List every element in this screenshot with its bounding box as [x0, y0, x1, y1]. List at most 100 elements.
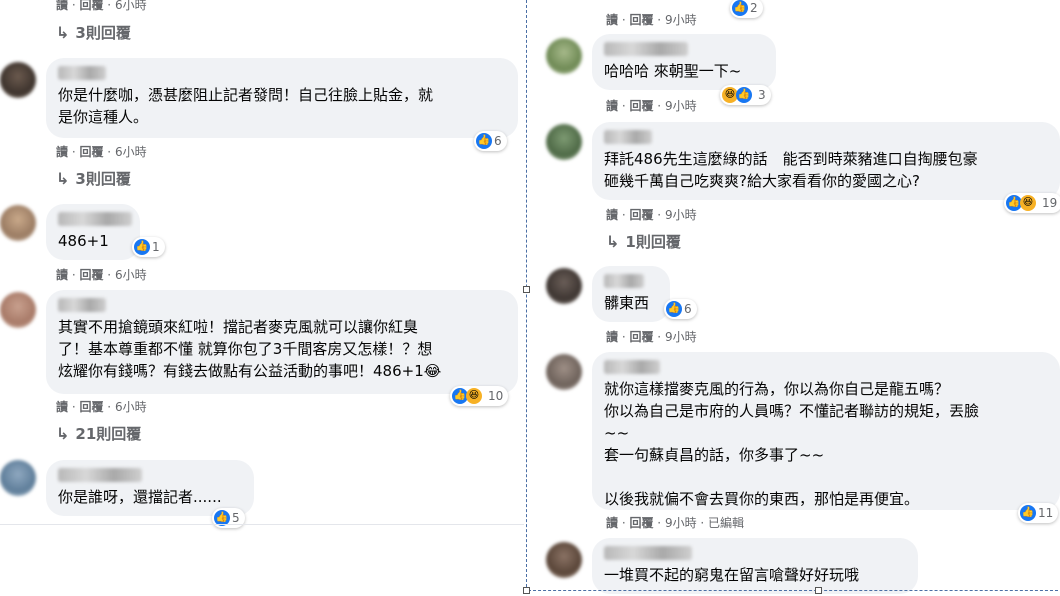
- comment-meta: 讀 · 回覆 · 9小時: [606, 330, 697, 344]
- commenter-name[interactable]: [58, 468, 142, 482]
- reply-link[interactable]: 回覆: [629, 208, 653, 222]
- reaction-count[interactable]: 😆 👍 3: [720, 85, 771, 105]
- comment-text: 其實不用搶鏡頭來紅啦！擋記者麥克風就可以讓你紅臭 了！基本尊重都不懂 就算你包了…: [58, 318, 442, 380]
- comment-bubble: 就你這樣擋麥克風的行為，你以為你自己是龍五嗎？ 你以為自己是市府的人員嗎？不懂記…: [592, 352, 1060, 510]
- timestamp: 9小時: [664, 330, 697, 344]
- comment-bubble: 486+1: [46, 204, 140, 260]
- commenter-name[interactable]: [58, 66, 106, 80]
- comment-meta: 讀 · 回覆 · 6小時: [56, 400, 147, 414]
- timestamp: 9小時: [664, 99, 697, 113]
- comment-meta: 讀 · 回覆 · 9小時: [606, 13, 697, 27]
- reaction-count[interactable]: 👍 😆 10: [450, 386, 509, 406]
- comments-column-left: 讀 · 回覆 · 6小時 ↳ 3則回覆 你是什麼咖，憑甚麼阻止記者發問！自己往臉上…: [0, 0, 526, 596]
- comments-column-right: 讀 · 回覆 · 9小時 👍 2 哈哈哈 來朝聖一下~ 😆 👍 3 讀 · 回覆 · …: [528, 0, 1060, 596]
- timestamp: 9小時: [664, 208, 697, 222]
- comment-text: 就你這樣擋麥克風的行為，你以為你自己是龍五嗎？ 你以為自己是市府的人員嗎？不懂記…: [604, 380, 980, 508]
- like-icon: 👍: [732, 0, 748, 16]
- selection-border: [528, 590, 1058, 591]
- read-link[interactable]: 讀: [606, 208, 618, 222]
- reply-link[interactable]: 回覆: [79, 268, 103, 282]
- read-link[interactable]: 讀: [56, 145, 68, 159]
- reply-arrow-icon: ↳: [56, 23, 70, 42]
- view-replies-link[interactable]: ↳ 3則回覆: [56, 168, 131, 189]
- like-icon: 👍: [736, 87, 752, 103]
- reply-arrow-icon: ↳: [56, 424, 70, 443]
- reply-link[interactable]: 回覆: [629, 99, 653, 113]
- like-icon: 👍: [134, 239, 150, 255]
- reply-link[interactable]: 回覆: [79, 145, 103, 159]
- comment-meta: 讀 · 回覆 · 6小時: [56, 268, 147, 282]
- reaction-count[interactable]: 👍 5: [212, 508, 245, 528]
- comment-text: 一堆買不起的窮鬼在留言嗆聲好好玩哦: [604, 566, 860, 584]
- read-link[interactable]: 讀: [606, 330, 618, 344]
- comment-text: 486+1: [58, 232, 109, 250]
- commenter-name[interactable]: [604, 130, 652, 144]
- read-link[interactable]: 讀: [606, 13, 618, 27]
- commenter-name[interactable]: [58, 298, 106, 312]
- read-link[interactable]: 讀: [606, 516, 618, 530]
- comment-text: 拜託486先生這麼綠的話 能否到時萊豬進口自掏腰包豪 砸幾千萬自己吃爽爽?給大家…: [604, 150, 978, 190]
- haha-icon: 😆: [1020, 195, 1036, 211]
- view-replies-link[interactable]: ↳ 21則回覆: [56, 423, 141, 444]
- comment-text: 哈哈哈 來朝聖一下~: [604, 62, 742, 80]
- edited-label: 已編輯: [708, 516, 745, 530]
- haha-icon: 😆: [466, 388, 482, 404]
- comment-meta: 讀 · 回覆 · 9小時: [606, 99, 697, 113]
- avatar[interactable]: [0, 205, 36, 241]
- view-replies-link[interactable]: ↳ 3則回覆: [56, 22, 131, 43]
- resize-handle[interactable]: [523, 286, 530, 293]
- reply-link[interactable]: 回覆: [629, 330, 653, 344]
- avatar[interactable]: [0, 62, 36, 98]
- timestamp: 6小時: [114, 0, 147, 12]
- comment-meta: 讀 · 回覆 · 9小時: [606, 208, 697, 222]
- selection-border: [526, 0, 527, 592]
- reply-link[interactable]: 回覆: [79, 400, 103, 414]
- avatar[interactable]: [546, 38, 582, 74]
- avatar[interactable]: [546, 354, 582, 390]
- resize-handle[interactable]: [523, 587, 530, 594]
- commenter-name[interactable]: [58, 212, 132, 226]
- reply-link[interactable]: 回覆: [79, 0, 103, 12]
- comment-meta: 讀 · 回覆 · 6小時: [56, 145, 147, 159]
- reply-link[interactable]: 回覆: [629, 516, 653, 530]
- reaction-count[interactable]: 👍 6: [474, 131, 507, 151]
- comment-meta: 讀 · 回覆 · 6小時: [56, 0, 147, 12]
- reaction-count[interactable]: 👍 2: [730, 0, 763, 18]
- timestamp: 9小時: [664, 13, 697, 27]
- comment-bubble: 哈哈哈 來朝聖一下~: [592, 34, 776, 90]
- reaction-count[interactable]: 👍 6: [664, 299, 697, 319]
- avatar[interactable]: [546, 268, 582, 304]
- read-link[interactable]: 讀: [56, 400, 68, 414]
- avatar[interactable]: [0, 460, 36, 496]
- avatar[interactable]: [546, 542, 582, 578]
- comment-text: 髒東西: [604, 294, 650, 312]
- reply-arrow-icon: ↳: [606, 232, 620, 251]
- commenter-name[interactable]: [604, 274, 644, 288]
- timestamp: 6小時: [114, 400, 147, 414]
- timestamp: 6小時: [114, 268, 147, 282]
- commenter-name[interactable]: [604, 360, 660, 374]
- reaction-count[interactable]: 👍 😆 19: [1004, 193, 1060, 213]
- reaction-count[interactable]: 👍 11: [1018, 503, 1059, 523]
- read-link[interactable]: 讀: [56, 268, 68, 282]
- reply-link[interactable]: 回覆: [629, 13, 653, 27]
- commenter-name[interactable]: [604, 546, 692, 560]
- reaction-count[interactable]: 👍 1: [132, 237, 165, 257]
- timestamp: 9小時: [664, 516, 697, 530]
- divider: [0, 524, 524, 525]
- timestamp: 6小時: [114, 145, 147, 159]
- comment-bubble: 其實不用搶鏡頭來紅啦！擋記者麥克風就可以讓你紅臭 了！基本尊重都不懂 就算你包了…: [46, 290, 518, 394]
- avatar[interactable]: [546, 124, 582, 160]
- avatar[interactable]: [0, 292, 36, 328]
- comment-text: 你是什麼咖，憑甚麼阻止記者發問！自己往臉上貼金，就 是你這種人。: [58, 86, 434, 126]
- commenter-name[interactable]: [604, 42, 688, 56]
- like-icon: 👍: [476, 133, 492, 149]
- reply-arrow-icon: ↳: [56, 169, 70, 188]
- comment-bubble: 拜託486先生這麼綠的話 能否到時萊豬進口自掏腰包豪 砸幾千萬自己吃爽爽?給大家…: [592, 122, 1060, 200]
- comment-text: 你是誰呀，還擋記者......: [58, 488, 222, 506]
- resize-handle[interactable]: [815, 587, 822, 594]
- like-icon: 👍: [1020, 505, 1036, 521]
- read-link[interactable]: 讀: [606, 99, 618, 113]
- view-replies-link[interactable]: ↳ 1則回覆: [606, 231, 681, 252]
- read-link[interactable]: 讀: [56, 0, 68, 12]
